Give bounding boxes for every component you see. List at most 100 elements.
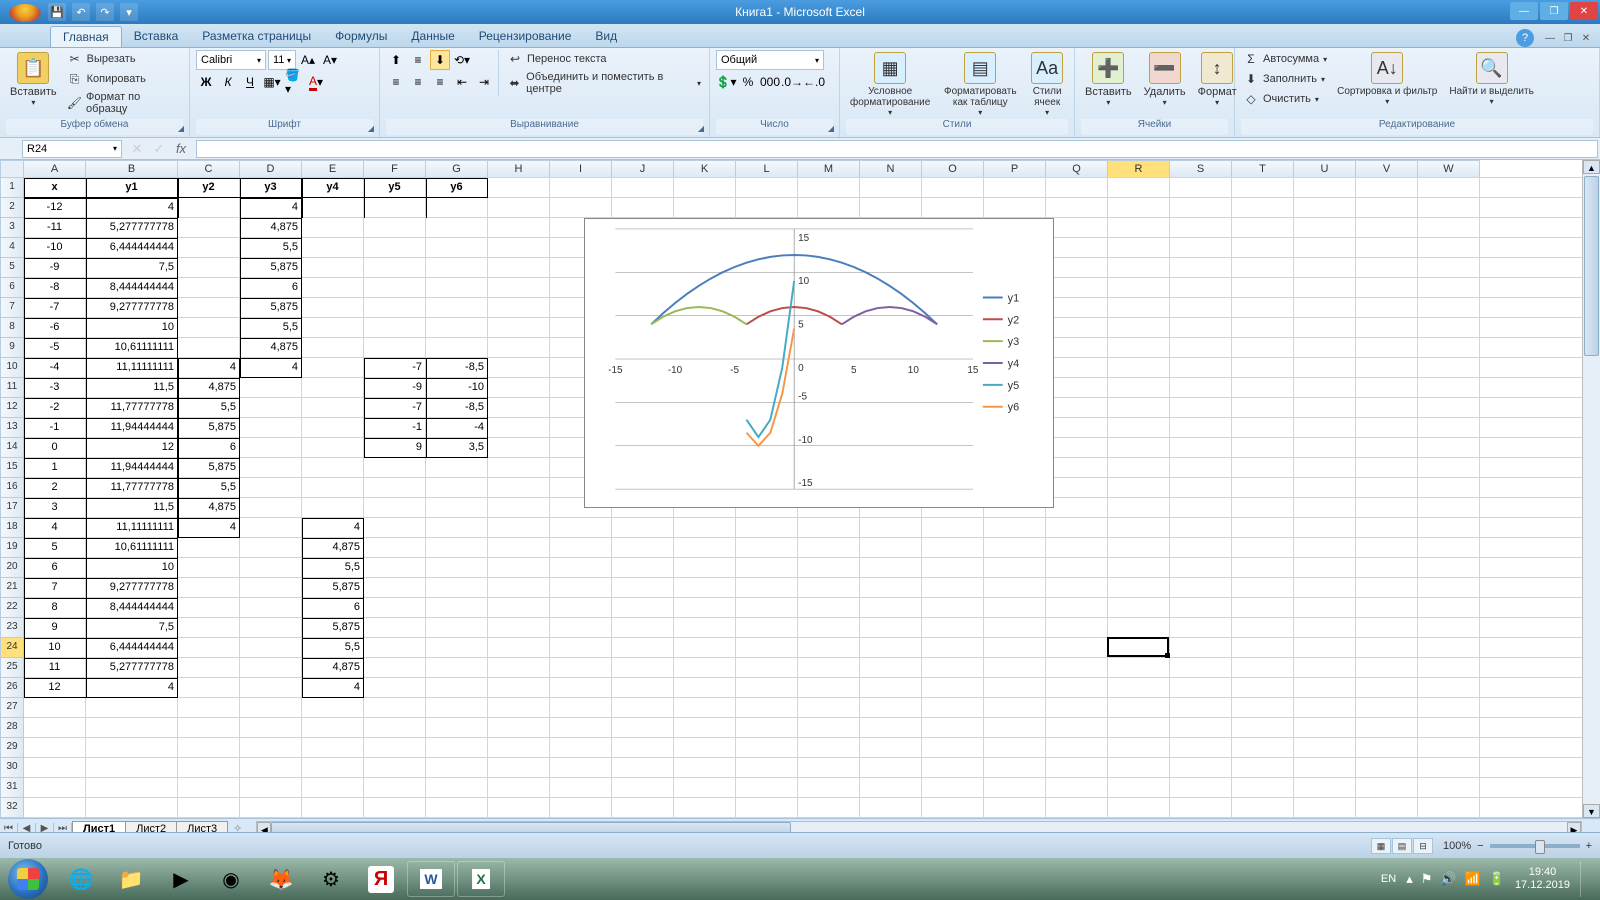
cell-B12[interactable]: 11,77777778 [86, 398, 178, 418]
col-header-G[interactable]: G [426, 160, 488, 178]
cell-C14[interactable]: 6 [178, 438, 240, 458]
cell-C16[interactable]: 5,5 [178, 478, 240, 498]
row-header-32[interactable]: 32 [0, 798, 24, 818]
battery-icon[interactable]: 🔋 [1489, 871, 1505, 887]
cell-A19[interactable]: 5 [24, 538, 86, 558]
cell-D5[interactable]: 5,875 [240, 258, 302, 278]
row-header-13[interactable]: 13 [0, 418, 24, 438]
cell-F11[interactable]: -9 [364, 378, 426, 398]
cell-B6[interactable]: 8,444444444 [86, 278, 178, 298]
indent-increase-icon[interactable]: ⇥ [474, 72, 494, 92]
doc-restore-icon[interactable]: ❐ [1560, 33, 1576, 47]
cell-D9[interactable]: 4,875 [240, 338, 302, 358]
cell-G1[interactable]: y6 [426, 178, 488, 198]
delete-cells-button[interactable]: ➖Удалить▾ [1140, 50, 1190, 109]
cell-B2[interactable]: 4 [86, 198, 178, 218]
cell-A21[interactable]: 7 [24, 578, 86, 598]
col-header-Q[interactable]: Q [1046, 160, 1108, 178]
paste-button[interactable]: 📋 Вставить▾ [6, 50, 61, 109]
row-header-28[interactable]: 28 [0, 718, 24, 738]
zoom-out-icon[interactable]: − [1477, 840, 1483, 852]
cell-A7[interactable]: -7 [24, 298, 86, 318]
cell-A10[interactable]: -4 [24, 358, 86, 378]
cell-A14[interactable]: 0 [24, 438, 86, 458]
cell-A26[interactable]: 12 [24, 678, 86, 698]
cell-B24[interactable]: 6,444444444 [86, 638, 178, 658]
cell-A2[interactable]: -12 [24, 198, 86, 218]
font-dialog-icon[interactable]: ◢ [365, 124, 377, 136]
cell-A16[interactable]: 2 [24, 478, 86, 498]
cell-A9[interactable]: -5 [24, 338, 86, 358]
tab-Данные[interactable]: Данные [399, 26, 466, 47]
cell-B18[interactable]: 11,11111111 [86, 518, 178, 538]
cell-G13[interactable]: -4 [426, 418, 488, 438]
cell-A22[interactable]: 8 [24, 598, 86, 618]
cell-B16[interactable]: 11,77777778 [86, 478, 178, 498]
cell-C10[interactable]: 4 [178, 358, 240, 378]
cell-B20[interactable]: 10 [86, 558, 178, 578]
zoom-in-icon[interactable]: + [1586, 840, 1592, 852]
find-select-button[interactable]: 🔍Найти и выделить▾ [1445, 50, 1537, 108]
yandex-icon[interactable]: Я [357, 861, 405, 897]
row-header-19[interactable]: 19 [0, 538, 24, 558]
row-header-6[interactable]: 6 [0, 278, 24, 298]
cell-B7[interactable]: 9,277777778 [86, 298, 178, 318]
word-icon[interactable]: W [407, 861, 455, 897]
row-header-20[interactable]: 20 [0, 558, 24, 578]
shrink-font-icon[interactable]: A▾ [320, 50, 340, 70]
cell-G10[interactable]: -8,5 [426, 358, 488, 378]
cell-B13[interactable]: 11,94444444 [86, 418, 178, 438]
row-header-21[interactable]: 21 [0, 578, 24, 598]
close-button[interactable]: ✕ [1570, 2, 1598, 20]
row-header-18[interactable]: 18 [0, 518, 24, 538]
cell-C18[interactable]: 4 [178, 518, 240, 538]
row-header-11[interactable]: 11 [0, 378, 24, 398]
cell-E25[interactable]: 4,875 [302, 658, 364, 678]
row-header-17[interactable]: 17 [0, 498, 24, 518]
page-layout-view-icon[interactable]: ▤ [1392, 838, 1412, 854]
cell-A11[interactable]: -3 [24, 378, 86, 398]
row-header-31[interactable]: 31 [0, 778, 24, 798]
volume-icon[interactable]: 🔊 [1440, 871, 1456, 887]
currency-icon[interactable]: 💲▾ [716, 72, 736, 92]
redo-icon[interactable]: ↷ [96, 3, 114, 21]
cell-A20[interactable]: 6 [24, 558, 86, 578]
col-header-M[interactable]: M [798, 160, 860, 178]
cell-E26[interactable]: 4 [302, 678, 364, 698]
ie-icon[interactable]: 🌐 [57, 861, 105, 897]
number-dialog-icon[interactable]: ◢ [825, 124, 837, 136]
tab-Вид[interactable]: Вид [583, 26, 629, 47]
cell-B21[interactable]: 9,277777778 [86, 578, 178, 598]
clock[interactable]: 19:40 17.12.2019 [1515, 866, 1570, 892]
format-cells-button[interactable]: ↕Формат▾ [1194, 50, 1241, 109]
cell-B4[interactable]: 6,444444444 [86, 238, 178, 258]
cell-A23[interactable]: 9 [24, 618, 86, 638]
orientation-icon[interactable]: ⟲▾ [452, 50, 472, 70]
bold-button[interactable]: Ж [196, 72, 216, 92]
active-cell[interactable] [1107, 637, 1169, 657]
align-right-icon[interactable]: ≡ [430, 72, 450, 92]
cell-C17[interactable]: 4,875 [178, 498, 240, 518]
cell-C11[interactable]: 4,875 [178, 378, 240, 398]
row-header-10[interactable]: 10 [0, 358, 24, 378]
clipboard-dialog-icon[interactable]: ◢ [175, 124, 187, 136]
cell-A5[interactable]: -9 [24, 258, 86, 278]
row-header-22[interactable]: 22 [0, 598, 24, 618]
cell-G14[interactable]: 3,5 [426, 438, 488, 458]
row-header-27[interactable]: 27 [0, 698, 24, 718]
cell-E21[interactable]: 5,875 [302, 578, 364, 598]
percent-icon[interactable]: % [738, 72, 758, 92]
cell-B26[interactable]: 4 [86, 678, 178, 698]
grow-font-icon[interactable]: A▴ [298, 50, 318, 70]
cell-B25[interactable]: 5,277777778 [86, 658, 178, 678]
col-header-K[interactable]: K [674, 160, 736, 178]
tab-Разметка страницы[interactable]: Разметка страницы [190, 26, 323, 47]
cell-D8[interactable]: 5,5 [240, 318, 302, 338]
cell-F10[interactable]: -7 [364, 358, 426, 378]
zoom-slider[interactable] [1490, 844, 1580, 848]
cell-A17[interactable]: 3 [24, 498, 86, 518]
cell-F12[interactable]: -7 [364, 398, 426, 418]
row-header-1[interactable]: 1 [0, 178, 24, 198]
cell-B19[interactable]: 10,61111111 [86, 538, 178, 558]
cell-B10[interactable]: 11,11111111 [86, 358, 178, 378]
